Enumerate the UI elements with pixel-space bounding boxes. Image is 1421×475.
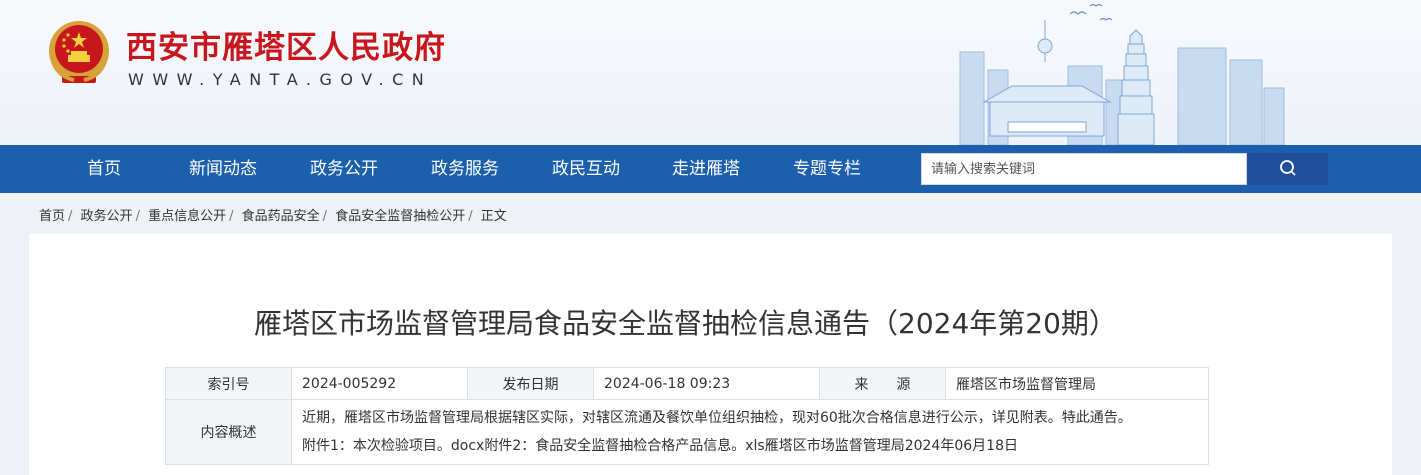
search-icon	[1279, 159, 1296, 176]
article-title: 雁塔区市场监督管理局食品安全监督抽检信息通告（2024年第20期）	[254, 307, 1117, 340]
breadcrumb: 首页 / 政务公开 / 重点信息公开 / 食品药品安全 / 食品安全监督抽检公开 / 正文	[39, 205, 507, 224]
nav-item-about-yanta[interactable]: 走进雁塔	[672, 145, 740, 193]
summary-text: 近期，雁塔区市场监督管理局根据辖区实际，对辖区流通及餐饮单位组织抽检，现对60批…	[302, 410, 1132, 426]
date-label: 发布日期	[467, 367, 594, 400]
table-row: 索引号 2024-005292 发布日期 2024-06-18 09:23 来 …	[165, 367, 1209, 400]
nav-item-interaction[interactable]: 政民互动	[552, 145, 620, 193]
breadcrumb-separator: /	[135, 209, 140, 224]
breadcrumb-current: 正文	[480, 209, 507, 224]
index-label: 索引号	[165, 367, 292, 400]
breadcrumb-key-info[interactable]: 重点信息公开	[148, 209, 226, 224]
breadcrumb-home[interactable]: 首页	[39, 209, 65, 224]
breadcrumb-separator: /	[229, 209, 234, 224]
summary-attachments[interactable]: 附件1：本次检验项目。docx附件2：食品安全监督抽检合格产品信息。xls雁塔区…	[302, 432, 1198, 460]
site-title[interactable]: 西安市雁塔区人民政府	[126, 22, 446, 67]
nav-item-news[interactable]: 新闻动态	[189, 145, 257, 193]
breadcrumb-gov-disclosure[interactable]: 政务公开	[81, 209, 133, 224]
main-nav: 首页 新闻动态 政务公开 政务服务 政民互动 走进雁塔 专题专栏	[0, 145, 1421, 193]
table-row: 内容概述 近期，雁塔区市场监督管理局根据辖区实际，对辖区流通及餐饮单位组织抽检，…	[165, 399, 1209, 465]
breadcrumb-food-drug-safety[interactable]: 食品药品安全	[242, 209, 320, 224]
breadcrumb-separator: /	[68, 209, 73, 224]
index-value: 2024-005292	[291, 367, 468, 400]
search-button[interactable]	[1247, 153, 1328, 185]
site-header: 西安市雁塔区人民政府 WWW.YANTA.GOV.CN	[0, 0, 1421, 145]
nav-item-government-affairs-disclosure[interactable]: 政务公开	[310, 145, 378, 193]
search-input[interactable]	[921, 153, 1247, 185]
summary-cell: 近期，雁塔区市场监督管理局根据辖区实际，对辖区流通及餐饮单位组织抽检，现对60批…	[291, 399, 1209, 465]
breadcrumb-separator: /	[468, 209, 473, 224]
source-label: 来 源	[819, 367, 946, 400]
breadcrumb-food-inspection[interactable]: 食品安全监督抽检公开	[335, 209, 465, 224]
nav-item-home[interactable]: 首页	[87, 145, 121, 193]
site-url: WWW.YANTA.GOV.CN	[128, 70, 433, 89]
breadcrumb-separator: /	[322, 209, 328, 224]
summary-label: 内容概述	[165, 399, 292, 465]
nav-item-government-services[interactable]: 政务服务	[431, 145, 499, 193]
national-emblem-icon	[49, 21, 109, 83]
nav-item-special-topics[interactable]: 专题专栏	[793, 145, 861, 193]
city-skyline-illustration	[959, 3, 1285, 145]
date-value: 2024-06-18 09:23	[593, 367, 820, 400]
article-info-table: 索引号 2024-005292 发布日期 2024-06-18 09:23 来 …	[165, 367, 1209, 465]
source-value: 雁塔区市场监督管理局	[945, 367, 1209, 400]
